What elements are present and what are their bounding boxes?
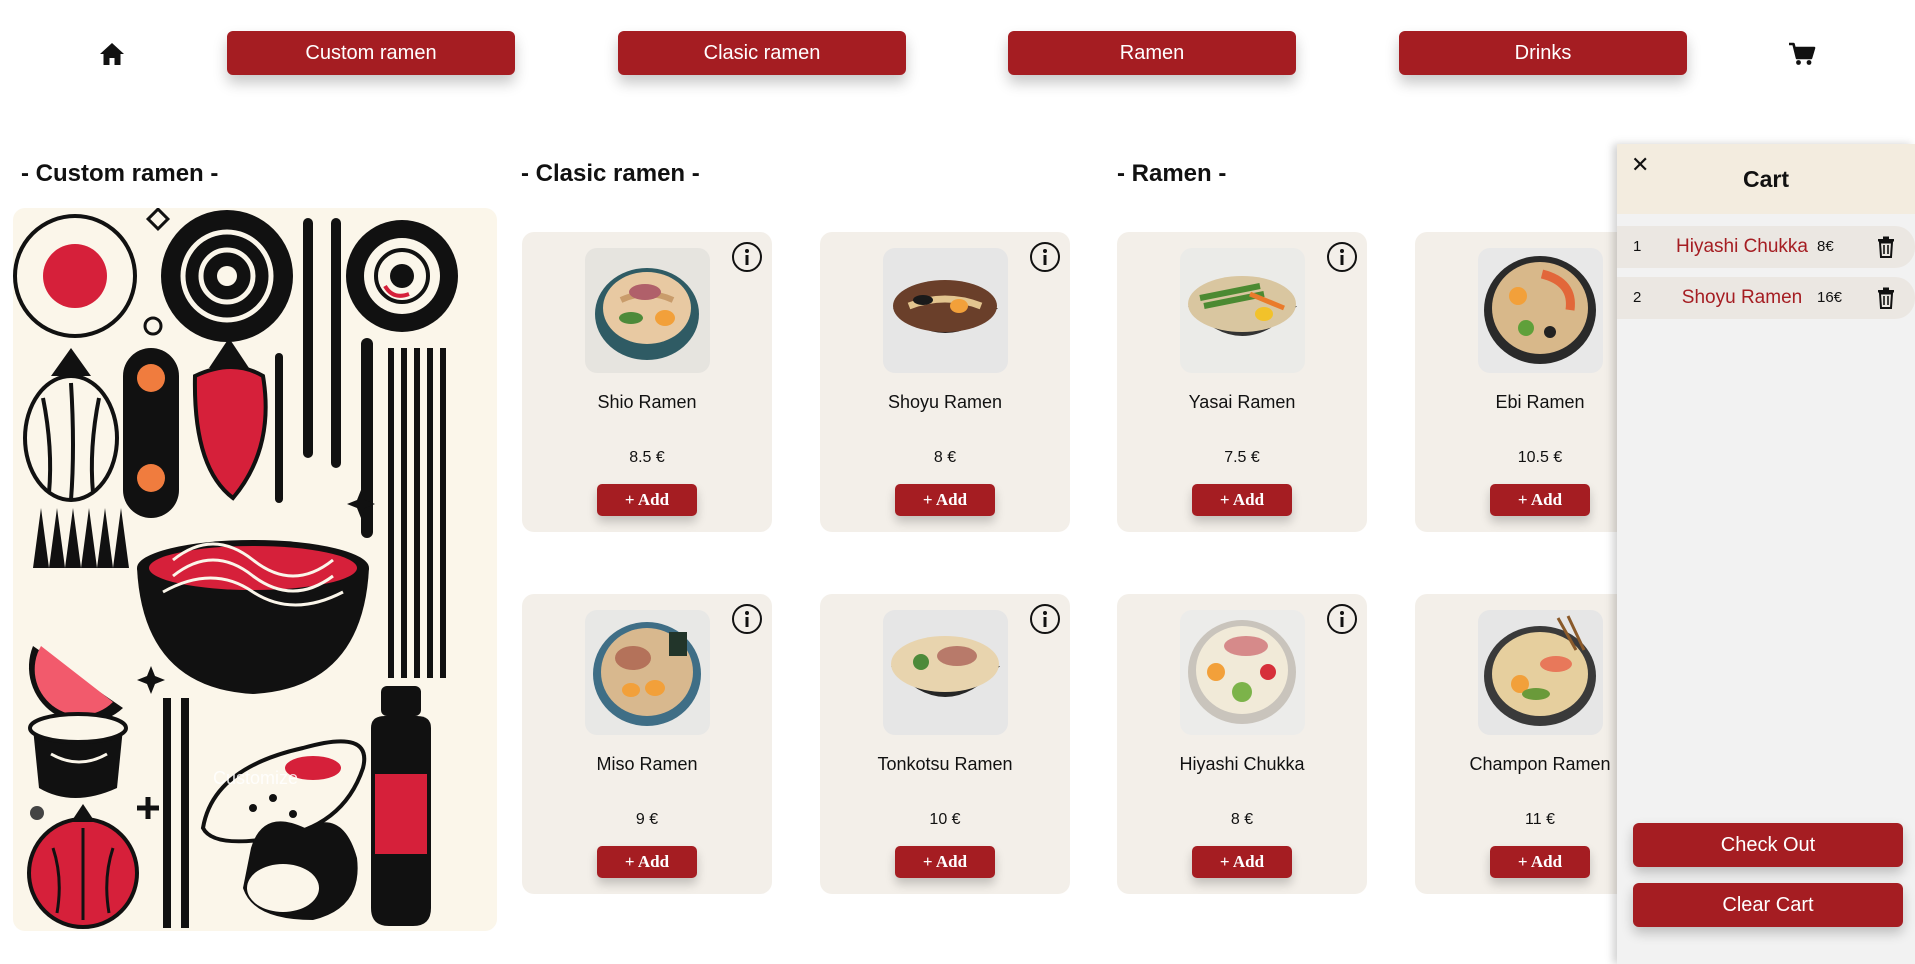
product-card: Hiyashi Chukka 8 € + Add [1117,594,1367,894]
product-price: 8 € [933,449,957,466]
info-icon[interactable] [1030,242,1060,272]
cart-item-price: 8€ [1817,238,1834,255]
cart-title: Cart [1742,166,1789,192]
cart-item: 2 Shoyu Ramen 16€ [1617,277,1915,319]
ramen-bowl-image [585,610,710,735]
ramen-bowl-image [883,610,1008,735]
product-name: Hiyashi Chukka [1179,754,1305,774]
cart-item-name: Hiyashi Chukka [1676,236,1808,257]
cart-panel: ✕ Cart 1 Hiyashi Chukka 8€ 2 Shoyu Ramen… [1617,144,1915,964]
add-to-cart-button[interactable]: + Add [597,484,697,516]
section-heading-clasic: - Clasic ramen - [521,160,700,187]
product-card: Shio Ramen 8.5 € + Add [522,232,772,532]
add-to-cart-button[interactable]: + Add [597,846,697,878]
product-name: Tonkotsu Ramen [877,754,1013,774]
nav-drinks-button[interactable]: Drinks [1399,31,1687,75]
top-nav: Custom ramen Clasic ramen Ramen Drinks [0,0,1915,108]
ramen-bowl-image [1478,248,1603,373]
product-price: 8.5 € [629,449,665,466]
info-icon[interactable] [1327,604,1357,634]
add-to-cart-button[interactable]: + Add [1490,484,1590,516]
info-icon[interactable] [732,604,762,634]
cart-header: ✕ Cart [1617,144,1915,214]
nav-custom-ramen-button[interactable]: Custom ramen [227,31,515,75]
product-card: Shoyu Ramen 8 € + Add [820,232,1070,532]
product-name: Shoyu Ramen [887,392,1003,412]
ramen-illustration [13,208,458,929]
ramen-bowl-image [1180,610,1305,735]
trash-icon[interactable] [1877,236,1895,263]
add-to-cart-button[interactable]: + Add [1192,846,1292,878]
custom-ramen-artwork[interactable]: Customize [13,208,497,931]
cart-item-quantity: 1 [1633,238,1642,255]
nav-clasic-ramen-button[interactable]: Clasic ramen [618,31,906,75]
trash-icon[interactable] [1877,287,1895,314]
customize-label: Customize [213,768,299,788]
cart-item-price: 16€ [1817,289,1843,306]
product-card: Miso Ramen 9 € + Add [522,594,772,894]
info-icon[interactable] [732,242,762,272]
add-to-cart-button[interactable]: + Add [895,846,995,878]
product-price: 9 € [635,811,659,828]
product-price: 8 € [1230,811,1254,828]
info-icon[interactable] [1327,242,1357,272]
product-name: Miso Ramen [596,754,698,774]
add-to-cart-button[interactable]: + Add [1490,846,1590,878]
info-icon[interactable] [1030,604,1060,634]
product-name: Yasai Ramen [1188,392,1296,412]
clear-cart-button[interactable]: Clear Cart [1633,883,1903,927]
product-card: Yasai Ramen 7.5 € + Add [1117,232,1367,532]
add-to-cart-button[interactable]: + Add [895,484,995,516]
product-card: Tonkotsu Ramen 10 € + Add [820,594,1070,894]
cart-icon[interactable] [1788,40,1816,68]
section-heading-custom: - Custom ramen - [21,160,219,187]
product-price: 7.5 € [1224,449,1260,466]
ramen-bowl-image [883,248,1008,373]
add-to-cart-button[interactable]: + Add [1192,484,1292,516]
cart-item-quantity: 2 [1633,289,1642,306]
checkout-button[interactable]: Check Out [1633,823,1903,867]
ramen-bowl-image [1478,610,1603,735]
section-heading-ramen: - Ramen - [1117,160,1227,187]
home-icon[interactable] [98,40,126,68]
cart-item: 1 Hiyashi Chukka 8€ [1617,226,1915,268]
ramen-bowl-image [1180,248,1305,373]
product-name: Shio Ramen [597,392,697,412]
cart-item-name: Shoyu Ramen [1681,287,1803,308]
nav-ramen-button[interactable]: Ramen [1008,31,1296,75]
ramen-bowl-image [585,248,710,373]
product-price: 10 € [929,811,961,828]
